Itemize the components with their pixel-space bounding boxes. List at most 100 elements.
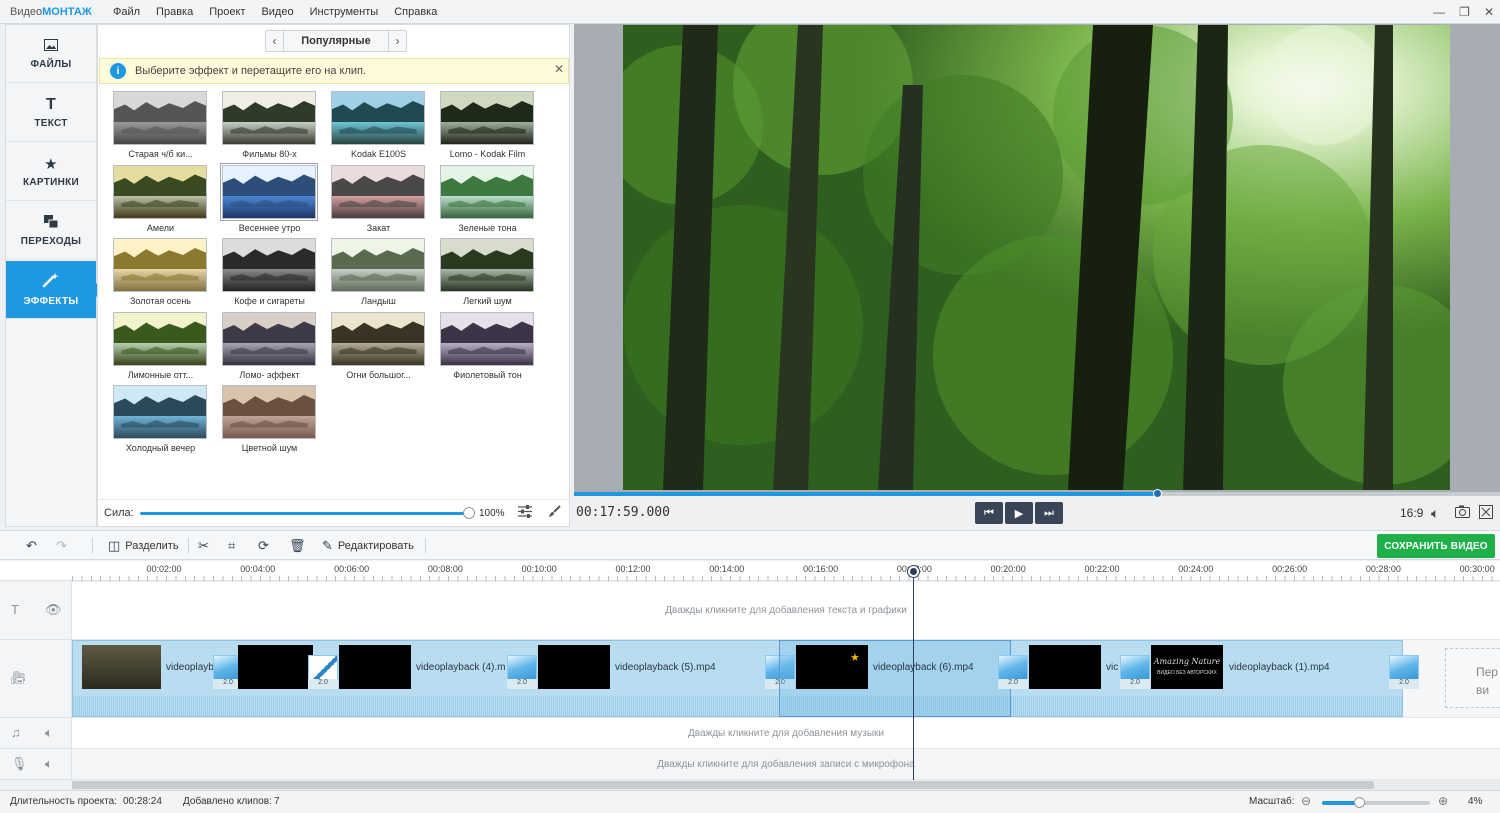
strength-value: 100% [479,507,505,519]
undo-icon[interactable]: ↶ [26,531,42,561]
add-clip-placeholder[interactable]: Пер ви [1445,648,1500,708]
effect-thumbnail [331,164,425,219]
eye-icon[interactable]: 👁︎ [45,602,62,618]
ruler-tick-label: 00:16:00 [803,564,839,574]
effect-tile[interactable]: Огни большог... [331,311,426,382]
redo-icon[interactable]: ↷ [56,531,72,561]
strength-slider-track[interactable] [140,512,470,515]
ruler-tick-label: 00:08:00 [427,564,463,574]
menu-file[interactable]: Файл [105,6,148,18]
menu-project[interactable]: Проект [201,6,253,18]
strength-slider-handle[interactable] [463,507,475,519]
timeline-ruler[interactable]: 00:02:00 00:04:00 00:06:00 00:08:00 00:10:00… [0,561,1500,581]
save-video-button[interactable]: СОХРАНИТЬ ВИДЕО [1377,534,1495,558]
speaker-icon[interactable]: 🔈︎ [45,756,53,772]
crop-icon[interactable]: ⌗ [228,531,240,561]
apply-brush-icon[interactable] [548,505,561,521]
effect-tile[interactable]: Ломо- эффект [222,311,317,382]
rotate-icon[interactable]: ⟳ [258,531,274,561]
effect-tile[interactable]: Ландыш [331,238,426,308]
menu-help[interactable]: Справка [386,6,445,18]
effect-label: Амели [146,222,175,233]
timeline-scrollbar[interactable] [72,780,1500,790]
duration-value: 00:28:24 [123,796,162,807]
sidebar-item-files[interactable]: ФАЙЛЫ [6,25,96,83]
zoom-slider-handle[interactable] [1354,797,1365,808]
seek-handle[interactable] [1153,489,1163,498]
effect-tile[interactable]: Kodak E100S [331,91,426,161]
effect-tile[interactable]: Кофе и сигареты [222,238,317,308]
menu-tools[interactable]: Инструменты [302,6,387,18]
close-icon[interactable]: ✕ [1484,5,1494,19]
video-camera-icon: 🎥︎ [10,670,27,685]
text-track-hint: Дважды кликните для добавления текста и … [665,605,907,616]
effect-tile[interactable]: Легкий шум [440,238,535,308]
split-button[interactable]: ◫ Разделить [108,531,179,561]
effect-thumbnail [113,91,207,145]
category-label: Популярные [301,35,371,47]
effect-tile[interactable]: Золотая осень [113,238,208,308]
playhead-line[interactable] [913,566,914,780]
effect-label: Зеленые тона [458,222,517,233]
text-track-drop-area[interactable]: Дважды кликните для добавления текста и … [72,582,1500,640]
effect-tile[interactable]: Lomo - Kodak Film [440,91,535,161]
zoom-in-icon[interactable]: ⊕ [1438,794,1448,808]
zoom-label: Масштаб: [1249,796,1295,807]
image-icon [44,38,58,55]
cut-icon[interactable]: ✂ [198,531,214,561]
zoom-value: 4% [1468,796,1483,807]
effect-label: Легкий шум [463,296,512,306]
skip-forward-button[interactable]: ⏭ [1035,502,1063,524]
effect-tile[interactable]: Старая ч/б ки... [113,91,208,161]
pencil-icon: ✎ [322,538,333,553]
video-preview[interactable] [623,25,1450,490]
preview-seek-bar[interactable] [574,489,1500,498]
chevron-left-icon[interactable]: ‹ [266,31,284,51]
speaker-icon[interactable]: 🔈︎ [45,725,53,741]
minimize-icon[interactable]: — [1433,5,1445,19]
effect-tile[interactable]: Цветной шум [222,385,317,455]
effect-tile[interactable]: Холодный вечер [113,385,208,455]
clip-label: vic [1106,662,1119,673]
edit-button[interactable]: ✎ Редактировать [322,531,414,561]
ruler-tick-label: 00:22:00 [1084,564,1120,574]
delete-icon[interactable]: 🗑︎ [289,531,311,561]
effect-thumbnail [113,164,207,219]
music-track-drop-area[interactable]: Дважды кликните для добавления музыки [72,718,1500,749]
play-button[interactable]: ▶ [1005,502,1033,524]
effect-thumbnail [222,91,316,145]
settings-sliders-icon[interactable] [518,505,532,521]
playhead-handle[interactable] [908,566,919,577]
ruler-tick-label: 00:26:00 [1272,564,1308,574]
effect-thumbnail [222,311,316,366]
maximize-icon[interactable]: ❐ [1459,5,1470,19]
menu-video[interactable]: Видео [253,6,301,18]
strength-label: Сила: [104,507,134,519]
effect-tile[interactable]: Фиолетовый тон [440,311,535,382]
effect-tile[interactable]: Весеннее утро [220,162,318,235]
effect-label: Лимонные отт... [127,369,194,380]
aspect-ratio-selector[interactable]: 16:9 [1400,506,1423,520]
zoom-out-icon[interactable]: ⊖ [1301,794,1311,808]
effect-tile[interactable]: Амели [113,164,208,235]
sidebar-item-pictures[interactable]: ★ КАРТИНКИ [6,143,96,201]
category-switcher: ‹ Популярные › [265,30,407,52]
fullscreen-icon[interactable] [1479,505,1493,522]
effect-tile[interactable]: Фильмы 80-х [222,91,317,161]
chevron-right-icon[interactable]: › [388,31,406,51]
menu-edit[interactable]: Правка [148,6,201,18]
sidebar-item-effects[interactable]: ЭФФЕКТЫ [6,261,104,319]
effect-tile[interactable]: Зеленые тона [440,164,535,235]
sidebar-item-transitions[interactable]: ПЕРЕХОДЫ [6,202,96,260]
volume-icon[interactable]: 🔈︎ [1431,505,1439,522]
sidebar-item-text[interactable]: T ТЕКСТ [6,84,96,142]
mic-track-drop-area[interactable]: Дважды кликните для добавления записи с … [72,749,1500,780]
effect-tile[interactable]: Лимонные отт... [113,311,208,382]
close-hint-icon[interactable]: ✕ [554,62,564,76]
video-track[interactable]: videoplayb 2.0 2.0 videoplayback (4).m 2… [72,640,1419,717]
info-icon: i [110,63,126,79]
snapshot-icon[interactable] [1455,505,1470,521]
effect-tile[interactable]: Закат [331,164,426,235]
skip-back-button[interactable]: ⏮ [975,502,1003,524]
music-track: ♫ 🔈︎ Дважды кликните для добавления музы… [0,718,1500,749]
